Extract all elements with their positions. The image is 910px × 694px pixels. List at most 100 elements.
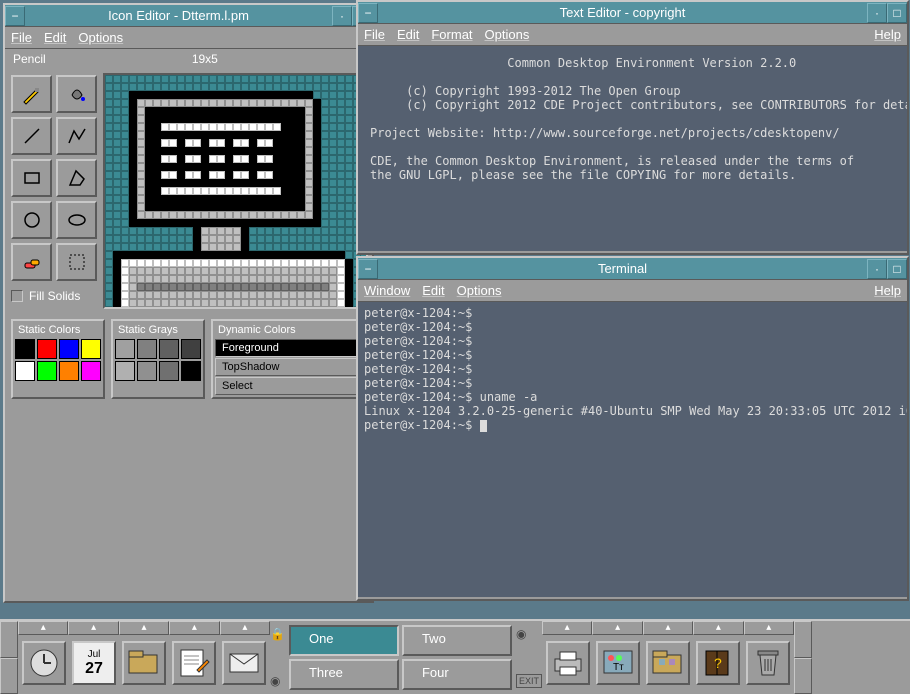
static-grays-title: Static Grays — [115, 323, 201, 339]
terminal-window: − Terminal · □ Window Edit Options Help … — [356, 256, 909, 601]
gray-swatch[interactable] — [115, 361, 135, 381]
terminal-body[interactable]: peter@x-1204:~$ peter@x-1204:~$ peter@x-… — [358, 302, 907, 597]
menu-file[interactable]: File — [11, 30, 32, 45]
minimize-button[interactable]: · — [332, 6, 352, 26]
tool-select[interactable] — [56, 243, 97, 281]
tool-flood-fill[interactable] — [56, 75, 97, 113]
exit-button[interactable]: EXIT — [516, 674, 542, 688]
subpanel-arrow[interactable]: ▴ — [542, 621, 592, 635]
workspace-button[interactable]: Two — [402, 625, 512, 656]
dynamic-colors-title: Dynamic Colors — [215, 323, 362, 339]
tool-circle[interactable] — [11, 201, 52, 239]
tool-polyline[interactable] — [56, 117, 97, 155]
menu-options[interactable]: Options — [78, 30, 123, 45]
subpanel-arrow[interactable]: ▴ — [220, 621, 270, 635]
subpanel-arrow[interactable]: ▴ — [744, 621, 794, 635]
help-icon[interactable]: ? — [696, 641, 740, 685]
app-manager-icon[interactable] — [646, 641, 690, 685]
calendar-icon[interactable]: Jul 27 — [72, 641, 116, 685]
workspace-button[interactable]: Three — [289, 659, 399, 690]
tool-rectangle[interactable] — [11, 159, 52, 197]
tool-polygon[interactable] — [56, 159, 97, 197]
tool-line[interactable] — [11, 117, 52, 155]
dynamic-color-item[interactable]: Foreground — [215, 339, 362, 357]
workspace-button[interactable]: One — [289, 625, 399, 656]
static-colors-group: Static Colors — [11, 319, 105, 399]
color-swatch[interactable] — [59, 361, 79, 381]
printer-icon[interactable] — [546, 641, 590, 685]
terminal-titlebar[interactable]: − Terminal · □ — [358, 258, 907, 280]
color-swatch[interactable] — [15, 339, 35, 359]
color-swatch[interactable] — [81, 339, 101, 359]
menu-options[interactable]: Options — [485, 27, 530, 42]
gray-swatch[interactable] — [137, 339, 157, 359]
text-editor-title: Text Editor - copyright — [378, 3, 867, 22]
menu-file[interactable]: File — [364, 27, 385, 42]
style-manager-icon[interactable]: Tт — [596, 641, 640, 685]
workspace-button[interactable]: Four — [402, 659, 512, 690]
menu-edit[interactable]: Edit — [422, 283, 444, 298]
color-swatch[interactable] — [37, 339, 57, 359]
icon-canvas[interactable] — [103, 73, 368, 309]
busy-light-icon: ◉ — [516, 627, 542, 641]
gray-swatch[interactable] — [115, 339, 135, 359]
icon-editor-titlebar[interactable]: − Icon Editor - Dtterm.l.pm · □ — [5, 5, 372, 27]
dynamic-colors-group: Dynamic Colors ForegroundTopShadowSelect — [211, 319, 366, 399]
maximize-button[interactable]: □ — [887, 259, 907, 279]
window-menu-button[interactable]: − — [358, 259, 378, 279]
window-menu-button[interactable]: − — [5, 6, 25, 26]
panel-handle-right[interactable] — [794, 621, 812, 694]
fill-solids-checkbox[interactable] — [11, 290, 23, 302]
tool-eraser[interactable] — [11, 243, 52, 281]
subpanel-arrow[interactable]: ▴ — [18, 621, 68, 635]
lock-icon[interactable]: 🔒 — [270, 627, 285, 641]
menu-options[interactable]: Options — [457, 283, 502, 298]
text-editor-icon[interactable] — [172, 641, 216, 685]
tool-pencil[interactable] — [11, 75, 52, 113]
subpanel-arrow[interactable]: ▴ — [169, 621, 219, 635]
window-menu-button[interactable]: − — [358, 3, 378, 23]
gray-swatch[interactable] — [181, 361, 201, 381]
maximize-button[interactable]: □ — [887, 3, 907, 23]
icon-editor-title: Icon Editor - Dtterm.l.pm — [25, 6, 332, 25]
clock-icon[interactable] — [22, 641, 66, 685]
panel-handle-left[interactable] — [0, 621, 18, 694]
tool-ellipse[interactable] — [56, 201, 97, 239]
subpanel-arrow[interactable]: ▴ — [693, 621, 743, 635]
icon-editor-window: − Icon Editor - Dtterm.l.pm · □ File Edi… — [3, 3, 374, 603]
gray-swatch[interactable] — [159, 361, 179, 381]
gray-swatch[interactable] — [181, 339, 201, 359]
dynamic-color-item[interactable]: TopShadow — [215, 358, 362, 376]
menu-format[interactable]: Format — [431, 27, 472, 42]
mail-icon[interactable] — [222, 641, 266, 685]
minimize-button[interactable]: · — [867, 259, 887, 279]
menu-help[interactable]: Help — [874, 27, 901, 42]
trash-icon[interactable] — [746, 641, 790, 685]
color-swatch[interactable] — [81, 361, 101, 381]
subpanel-arrow[interactable]: ▴ — [643, 621, 693, 635]
file-manager-icon[interactable] — [122, 641, 166, 685]
dynamic-color-item[interactable]: Select — [215, 377, 362, 395]
current-tool-label: Pencil — [13, 52, 46, 66]
menu-edit[interactable]: Edit — [397, 27, 419, 42]
exit-column: ◉ EXIT — [516, 621, 542, 694]
color-panels: Static Colors Static Grays Dynamic Color… — [5, 313, 372, 405]
text-editor-body[interactable]: Common Desktop Environment Version 2.2.0… — [358, 46, 907, 251]
color-swatch[interactable] — [59, 339, 79, 359]
menu-help[interactable]: Help — [874, 283, 901, 298]
text-editor-titlebar[interactable]: − Text Editor - copyright · □ — [358, 2, 907, 24]
menu-window[interactable]: Window — [364, 283, 410, 298]
subpanel-arrow[interactable]: ▴ — [68, 621, 118, 635]
gray-swatch[interactable] — [159, 339, 179, 359]
subpanel-arrow[interactable]: ▴ — [119, 621, 169, 635]
static-colors-title: Static Colors — [15, 323, 101, 339]
subpanel-arrow[interactable]: ▴ — [592, 621, 642, 635]
color-swatch[interactable] — [37, 361, 57, 381]
gray-swatch[interactable] — [137, 361, 157, 381]
minimize-button[interactable]: · — [867, 3, 887, 23]
tool-palette: Fill Solids — [5, 69, 103, 313]
color-swatch[interactable] — [15, 361, 35, 381]
menu-edit[interactable]: Edit — [44, 30, 66, 45]
svg-text:Tт: Tт — [613, 662, 624, 673]
terminal-title: Terminal — [378, 259, 867, 278]
